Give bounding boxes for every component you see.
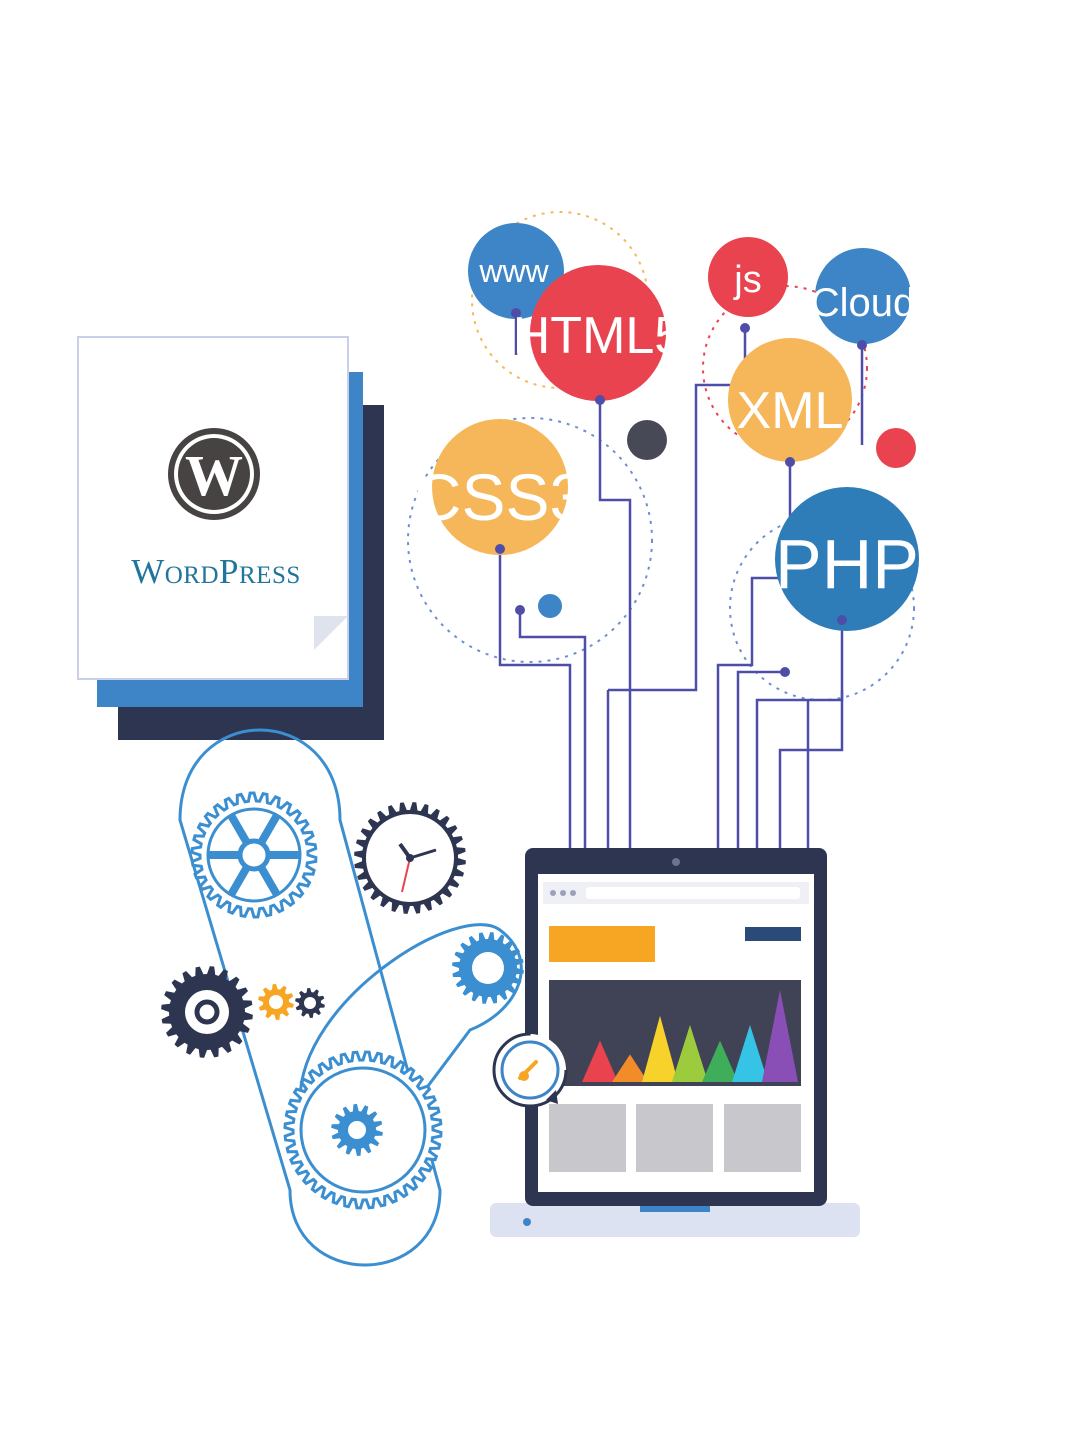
bubble-www-label: www	[478, 253, 549, 289]
dot-blue	[538, 594, 562, 618]
gear-blue-right	[452, 932, 524, 1004]
bubble-js: js	[708, 237, 788, 333]
bubble-php-label: PHP	[775, 525, 919, 603]
gears-cluster	[161, 728, 524, 1267]
screen-header-button	[745, 927, 801, 941]
laptop-led	[523, 1218, 531, 1226]
speed-badge	[492, 1032, 568, 1108]
clock-icon	[362, 810, 458, 906]
laptop-camera	[672, 858, 680, 866]
bubble-css3-label: CSS3	[414, 460, 586, 534]
illustration: W WordPress www Cloud js CSS3 HTML5 XML …	[77, 211, 919, 1267]
wordpress-card-stack: W WordPress	[77, 336, 384, 740]
bubble-html5-label: HTML5	[513, 307, 683, 365]
bubble-cloud: Cloud	[811, 248, 916, 350]
dot-red	[876, 428, 916, 468]
bubble-css3: CSS3	[414, 419, 586, 555]
wordpress-logo-letter: W	[185, 443, 243, 508]
screen-header-block	[549, 926, 655, 962]
gear-large-blue	[190, 791, 318, 919]
bubble-xml: XML	[728, 338, 852, 467]
bubble-js-label: js	[733, 259, 761, 301]
gear-small-dark	[295, 988, 325, 1018]
screen-card-1	[549, 1104, 626, 1172]
bubble-xml-label: XML	[737, 382, 844, 440]
tech-bubbles: www Cloud js CSS3 HTML5 XML PHP	[414, 223, 919, 677]
wordpress-wordmark: WordPress	[131, 552, 301, 591]
screen-card-2	[636, 1104, 713, 1172]
bubble-php: PHP	[775, 487, 919, 677]
gear-large-bottom	[283, 1050, 443, 1210]
bubble-cloud-label: Cloud	[811, 281, 916, 325]
wordpress-logo-icon: W	[168, 428, 260, 520]
dot-dark	[627, 420, 667, 460]
screen-card-3	[724, 1104, 801, 1172]
gear-dark-left	[161, 966, 253, 1058]
gear-small-orange	[258, 984, 294, 1020]
